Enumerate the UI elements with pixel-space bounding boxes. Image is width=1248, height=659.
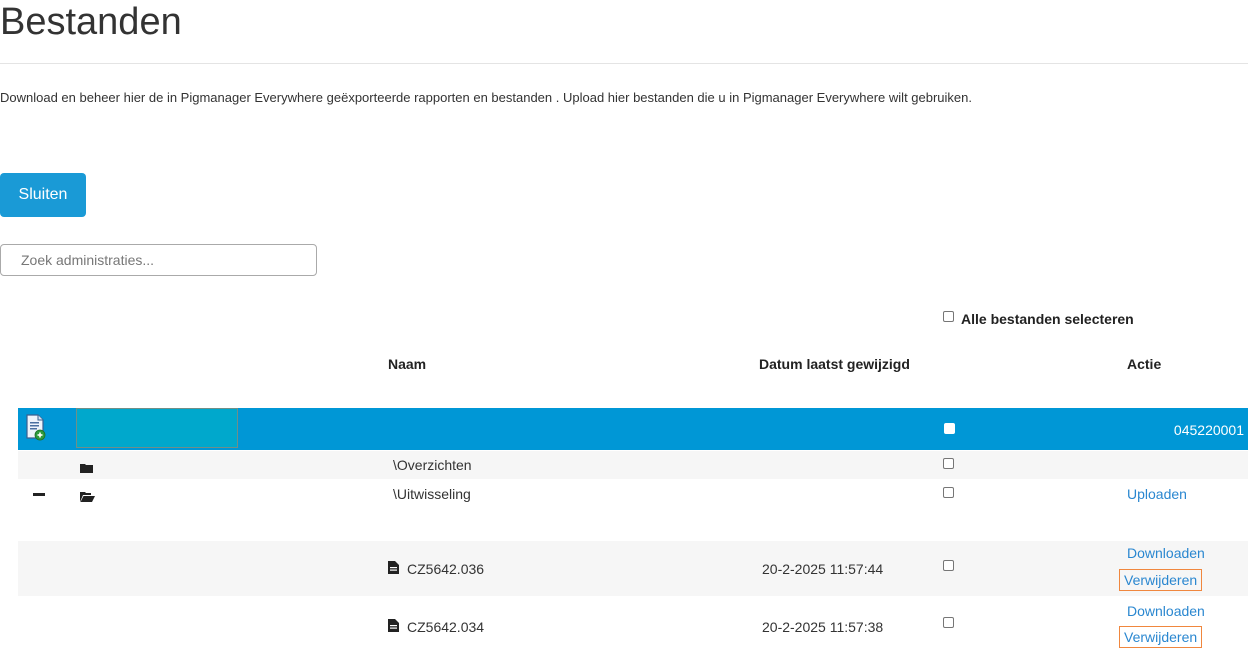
- folder-checkbox[interactable]: [943, 458, 954, 469]
- file-checkbox[interactable]: [943, 617, 954, 628]
- search-input[interactable]: [0, 244, 317, 276]
- folder-icon: [80, 460, 93, 473]
- add-document-icon[interactable]: [24, 413, 46, 441]
- file-row[interactable]: CZ5642.036 20-2-2025 11:57:44 Downloaden…: [18, 541, 1248, 596]
- column-header-modified: Datum laatst gewijzigd: [759, 356, 910, 372]
- file-modified-date: 20-2-2025 11:57:38: [762, 619, 884, 635]
- folder-name[interactable]: \Overzichten: [393, 457, 472, 473]
- administration-code: 045220001: [1173, 422, 1244, 438]
- file-modified-date: 20-2-2025 11:57:44: [762, 561, 884, 577]
- title-divider: [0, 63, 1248, 64]
- close-button[interactable]: Sluiten: [0, 173, 86, 217]
- delete-link[interactable]: Verwijderen: [1119, 569, 1203, 591]
- folder-row[interactable]: \Uitwisseling Uploaden: [18, 480, 1248, 508]
- page-intro-text: Download en beheer hier de in Pigmanager…: [0, 90, 972, 105]
- column-header-name: Naam: [388, 356, 427, 372]
- collapse-minus-icon[interactable]: [33, 493, 45, 496]
- file-row[interactable]: CZ5642.034 20-2-2025 11:57:38 Downloaden…: [18, 598, 1248, 653]
- select-all-label: Alle bestanden selecteren: [961, 311, 1134, 327]
- select-all-checkbox[interactable]: [943, 311, 954, 322]
- folder-name[interactable]: \Uitwisseling: [393, 486, 471, 502]
- administration-row[interactable]: 045220001: [18, 408, 1248, 450]
- download-link[interactable]: Downloaden: [1127, 603, 1205, 619]
- delete-link[interactable]: Verwijderen: [1119, 626, 1203, 648]
- folder-checkbox[interactable]: [943, 487, 954, 498]
- file-name[interactable]: CZ5642.036: [407, 561, 484, 577]
- column-header-action: Actie: [1127, 356, 1162, 372]
- page-title: Bestanden: [0, 1, 182, 43]
- administration-name-field[interactable]: [76, 408, 238, 448]
- file-icon: [388, 561, 399, 574]
- download-link[interactable]: Downloaden: [1127, 545, 1205, 561]
- file-name[interactable]: CZ5642.034: [407, 619, 484, 635]
- administration-checkbox[interactable]: [944, 423, 955, 434]
- file-icon: [388, 619, 399, 632]
- folder-row[interactable]: \Overzichten: [18, 451, 1248, 479]
- folder-open-icon: [80, 489, 95, 502]
- upload-link[interactable]: Uploaden: [1127, 486, 1187, 502]
- file-checkbox[interactable]: [943, 560, 954, 571]
